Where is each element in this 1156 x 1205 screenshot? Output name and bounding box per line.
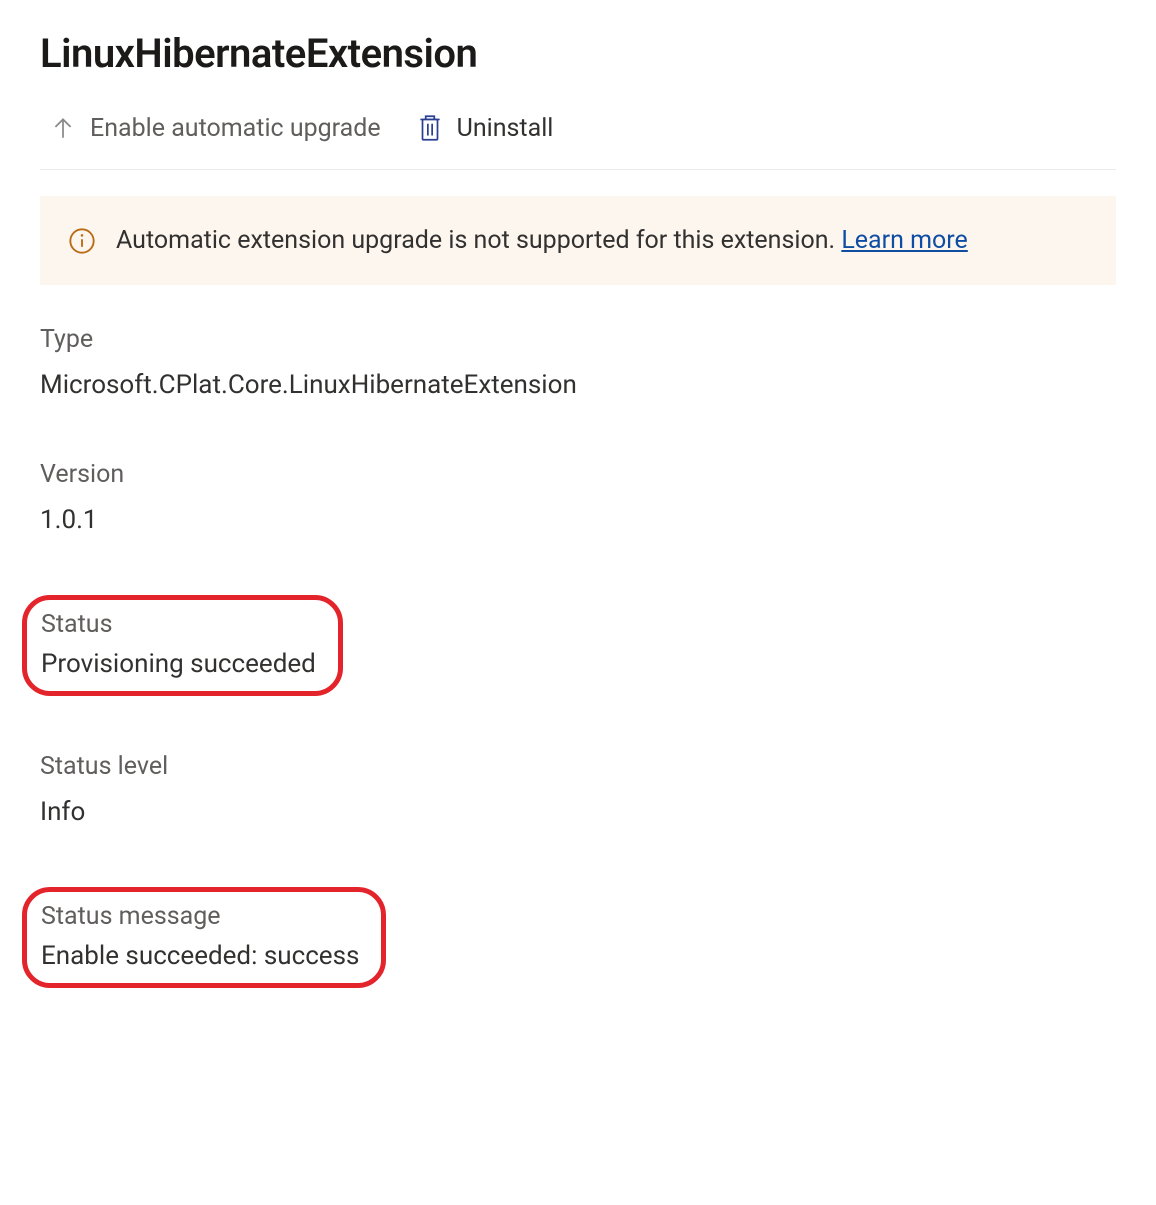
page-title: LinuxHibernateExtension — [40, 30, 1116, 77]
field-status-message-value: Enable succeeded: success — [41, 941, 359, 971]
field-status-message-wrap: Status message Enable succeeded: success — [40, 887, 1116, 988]
info-bar-message: Automatic extension upgrade is not suppo… — [116, 226, 835, 255]
field-status-level: Status level Info — [40, 752, 1116, 827]
field-version: Version 1.0.1 — [40, 460, 1116, 535]
field-status-highlight: Status Provisioning succeeded — [22, 595, 343, 696]
uninstall-label: Uninstall — [457, 114, 554, 143]
enable-automatic-upgrade-button[interactable]: Enable automatic upgrade — [50, 114, 381, 143]
enable-automatic-upgrade-label: Enable automatic upgrade — [90, 114, 381, 143]
field-status-message-highlight: Status message Enable succeeded: success — [22, 887, 386, 988]
arrow-up-icon — [50, 115, 76, 141]
field-status-label: Status — [41, 610, 316, 639]
field-status-value: Provisioning succeeded — [41, 649, 316, 679]
learn-more-link[interactable]: Learn more — [841, 226, 967, 255]
field-status-level-label: Status level — [40, 752, 1116, 781]
info-icon — [68, 227, 96, 255]
field-version-label: Version — [40, 460, 1116, 489]
field-type-label: Type — [40, 325, 1116, 354]
field-type-value: Microsoft.CPlat.Core.LinuxHibernateExten… — [40, 370, 1116, 400]
info-bar: Automatic extension upgrade is not suppo… — [40, 196, 1116, 285]
extension-detail-page: LinuxHibernateExtension Enable automatic… — [0, 0, 1156, 1205]
toolbar: Enable automatic upgrade Uninstall — [40, 107, 1116, 170]
field-status-message-label: Status message — [41, 902, 359, 931]
field-version-value: 1.0.1 — [40, 505, 1116, 535]
field-status-wrap: Status Provisioning succeeded — [40, 595, 1116, 696]
trash-icon — [417, 113, 443, 143]
uninstall-button[interactable]: Uninstall — [417, 113, 554, 143]
field-type: Type Microsoft.CPlat.Core.LinuxHibernate… — [40, 325, 1116, 400]
field-status-level-value: Info — [40, 797, 1116, 827]
info-bar-text: Automatic extension upgrade is not suppo… — [116, 226, 968, 255]
